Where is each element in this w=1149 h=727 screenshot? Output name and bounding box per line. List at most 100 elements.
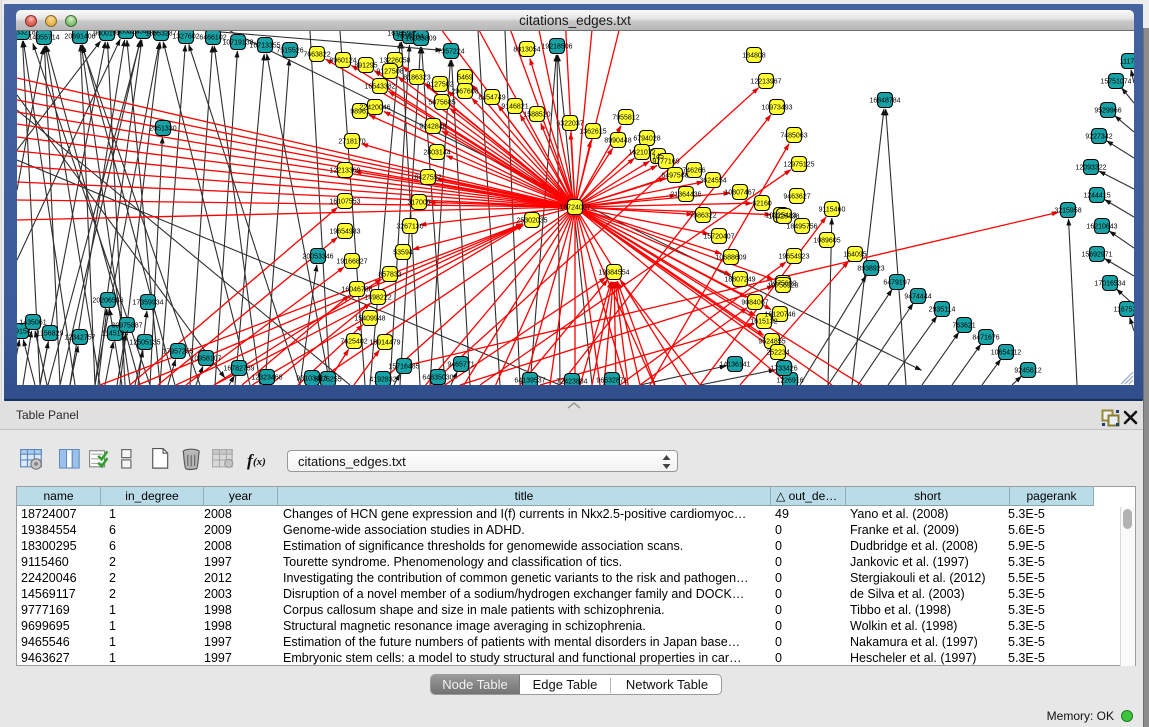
svg-text:20691406: 20691406 — [64, 34, 95, 41]
svg-text:9115460: 9115460 — [819, 207, 846, 214]
svg-text:1327602: 1327602 — [172, 34, 199, 41]
svg-text:16543382: 16543382 — [364, 84, 395, 91]
svg-text:25302035: 25302035 — [516, 218, 547, 225]
svg-text:9463627: 9463627 — [783, 194, 810, 201]
svg-text:64139537: 64139537 — [514, 378, 545, 385]
svg-text:857833: 857833 — [378, 272, 401, 279]
svg-text:19166827: 19166827 — [336, 259, 367, 266]
svg-text:12213967: 12213967 — [750, 79, 781, 86]
svg-text:17016534: 17016534 — [1094, 281, 1125, 288]
svg-text:16033809: 16033809 — [405, 36, 436, 43]
svg-text:8454749: 8454749 — [478, 95, 505, 102]
svg-text:7625402: 7625402 — [340, 339, 367, 346]
svg-text:6475255: 6475255 — [314, 377, 341, 384]
svg-text:2803144: 2803144 — [423, 150, 450, 157]
svg-text:12975125: 12975125 — [783, 162, 814, 169]
svg-text:98961: 98961 — [350, 109, 370, 116]
svg-text:12093322: 12093322 — [1075, 165, 1106, 172]
svg-text:16782759: 16782759 — [223, 366, 254, 373]
svg-text:1145194: 1145194 — [102, 331, 129, 338]
svg-text:9084067: 9084067 — [741, 300, 768, 307]
svg-text:3215958: 3215958 — [1054, 208, 1081, 215]
svg-text:19654923: 19654923 — [778, 254, 809, 261]
svg-text:10688609: 10688609 — [715, 255, 746, 262]
svg-text:72423884: 72423884 — [556, 379, 587, 386]
svg-text:317006: 317006 — [407, 200, 430, 207]
svg-text:9227342: 9227342 — [1085, 134, 1112, 141]
svg-text:13226058: 13226058 — [379, 58, 410, 65]
svg-text:14136141: 14136141 — [719, 362, 750, 369]
svg-text:(x): (x) — [253, 456, 266, 468]
svg-text:12323468: 12323468 — [251, 375, 282, 382]
svg-text:9127508: 9127508 — [376, 69, 403, 76]
svg-text:1733426: 1733426 — [770, 366, 797, 373]
svg-text:7485063: 7485063 — [780, 133, 807, 140]
svg-text:64835030: 64835030 — [422, 375, 453, 382]
svg-text:7986322: 7986322 — [689, 213, 716, 220]
svg-text:30975887: 30975887 — [111, 323, 142, 330]
svg-text:10654112: 10654112 — [991, 350, 1022, 357]
svg-text:9524855: 9524855 — [758, 339, 785, 346]
svg-text:1244415: 1244415 — [1083, 193, 1110, 200]
svg-text:20206536: 20206536 — [92, 298, 123, 305]
svg-text:2935114: 2935114 — [929, 307, 956, 314]
svg-text:1089605: 1089605 — [813, 238, 840, 245]
svg-text:1156829: 1156829 — [37, 331, 64, 338]
svg-text:6322037: 6322037 — [556, 121, 583, 128]
svg-text:16210643: 16210643 — [1086, 224, 1117, 231]
svg-text:7357224: 7357224 — [437, 49, 464, 56]
svg-text:14055714: 14055714 — [28, 35, 59, 42]
svg-text:18495756: 18495756 — [786, 224, 817, 231]
svg-text:12505135: 12505135 — [129, 340, 160, 347]
svg-text:7955812: 7955812 — [612, 115, 639, 122]
svg-text:15692971: 15692971 — [1081, 252, 1112, 259]
svg-text:9777169: 9777169 — [652, 159, 679, 166]
svg-text:17359934: 17359934 — [132, 300, 163, 307]
svg-text:9242848: 9242848 — [419, 124, 446, 131]
svg-text:53594: 53594 — [393, 250, 413, 257]
svg-text:2718170: 2718170 — [338, 139, 365, 146]
svg-text:21364436: 21364436 — [670, 192, 701, 199]
svg-text:4192832: 4192832 — [369, 377, 396, 384]
svg-text:16046788: 16046788 — [341, 287, 372, 294]
svg-text:5469: 5469 — [457, 75, 473, 82]
svg-text:8186323: 8186323 — [403, 75, 430, 82]
svg-text:19384554: 19384554 — [598, 270, 629, 277]
svg-text:9529966: 9529966 — [1094, 108, 1121, 115]
svg-text:18724007: 18724007 — [559, 205, 590, 212]
svg-text:1615132: 1615132 — [750, 319, 777, 326]
svg-text:16107553: 16107553 — [329, 199, 360, 206]
svg-text:9465771: 9465771 — [447, 362, 474, 369]
svg-text:1226916: 1226916 — [776, 378, 803, 385]
svg-text:17957255: 17957255 — [162, 349, 193, 356]
svg-text:39154: 39154 — [17, 329, 31, 336]
svg-text:164095: 164095 — [843, 252, 866, 259]
svg-text:6497568: 6497568 — [661, 173, 688, 180]
svg-text:15409948: 15409948 — [354, 316, 385, 323]
svg-text:18807249: 18807249 — [724, 277, 755, 284]
svg-text:8990448: 8990448 — [604, 138, 631, 145]
svg-text:1435061: 1435061 — [19, 320, 46, 327]
svg-text:891295: 891295 — [354, 63, 377, 70]
svg-text:8813054: 8813054 — [513, 47, 540, 54]
svg-text:9146821: 9146821 — [501, 104, 528, 111]
svg-text:12342757: 12342757 — [64, 335, 95, 342]
svg-text:12213369: 12213369 — [329, 168, 360, 175]
svg-text:3267130: 3267130 — [396, 224, 423, 231]
svg-text:96532871: 96532871 — [596, 378, 627, 385]
svg-text:10807467: 10807467 — [724, 190, 755, 197]
svg-text:16848784: 16848784 — [869, 98, 900, 105]
svg-text:8960124: 8960124 — [329, 58, 356, 65]
svg-text:2967608: 2967608 — [451, 89, 478, 96]
svg-text:16120746: 16120746 — [764, 312, 795, 319]
svg-text:5875685: 5875685 — [428, 100, 455, 107]
svg-text:252234: 252234 — [766, 350, 789, 357]
svg-text:15751074: 15751074 — [1100, 79, 1131, 86]
svg-text:1588520: 1588520 — [523, 112, 550, 119]
svg-text:11171: 11171 — [1120, 59, 1134, 66]
svg-text:6479197: 6479197 — [883, 280, 910, 287]
svg-text:763621: 763621 — [952, 323, 975, 330]
svg-text:7663822: 7663822 — [303, 52, 330, 59]
svg-text:10025438: 10025438 — [768, 214, 799, 221]
svg-text:1362615: 1362615 — [579, 129, 606, 136]
